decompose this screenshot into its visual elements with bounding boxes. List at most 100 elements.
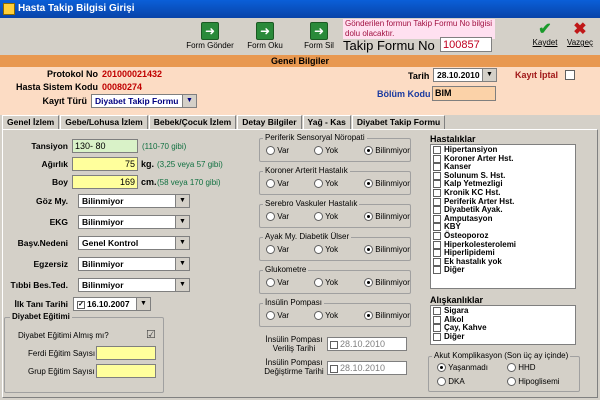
radio-option-var[interactable]: Var: [266, 245, 289, 255]
radio-button[interactable]: [364, 245, 373, 255]
radio-button[interactable]: [266, 146, 275, 156]
checkbox[interactable]: [433, 324, 441, 333]
radio-option-bilinmiyor[interactable]: Bilinmiyor: [364, 212, 410, 222]
checkbox[interactable]: [433, 266, 441, 275]
checkbox[interactable]: [433, 231, 441, 240]
radio-button[interactable]: [266, 212, 275, 222]
radio-button[interactable]: [314, 179, 323, 189]
tab-diyabet-takip[interactable]: Diyabet Takip Formu: [351, 115, 446, 130]
checkbox[interactable]: [433, 307, 441, 315]
insulin-verilis-checkbox[interactable]: [330, 340, 338, 349]
agirlik-field[interactable]: 75: [72, 157, 138, 171]
radio-option-yok[interactable]: Yok: [314, 278, 338, 288]
radio-option-bilinmiyor[interactable]: Bilinmiyor: [364, 179, 410, 189]
checkbox[interactable]: [433, 188, 441, 197]
checkbox[interactable]: [433, 146, 441, 154]
form-gonder-button[interactable]: ➜ Form Gönder: [183, 20, 237, 56]
radio-option-yok[interactable]: Yok: [314, 146, 338, 156]
radio-button[interactable]: [507, 363, 516, 373]
tab-gebe-lohusa[interactable]: Gebe/Lohusa İzlem: [60, 115, 148, 129]
basv-select[interactable]: Genel Kontrol ▼: [78, 236, 190, 250]
checkbox[interactable]: [433, 257, 441, 266]
insulin-degistirme-checkbox[interactable]: [330, 364, 338, 373]
tab-detay-bilgiler[interactable]: Detay Bilgiler: [237, 115, 302, 129]
radio-button[interactable]: [314, 245, 323, 255]
radio-button[interactable]: [364, 179, 373, 189]
insulin-degistirme-picker[interactable]: 28.10.2010: [327, 361, 407, 375]
radio-option-yok[interactable]: Yok: [314, 179, 338, 189]
radio-button[interactable]: [437, 377, 446, 387]
radio-button[interactable]: [266, 245, 275, 255]
radio-button[interactable]: [314, 311, 323, 321]
radio-option-var[interactable]: Var: [266, 179, 289, 189]
hastalik-list-item[interactable]: Diğer: [433, 266, 573, 275]
radio-option-bilinmiyor[interactable]: Bilinmiyor: [364, 245, 410, 255]
kayit-iptal-checkbox[interactable]: [565, 70, 575, 80]
tab-bebek-cocuk[interactable]: Bebek/Çocuk İzlem: [148, 115, 237, 129]
checkbox[interactable]: [433, 154, 441, 163]
insulin-verilis-picker[interactable]: 28.10.2010: [327, 337, 407, 351]
grup-egitim-field[interactable]: [96, 364, 156, 378]
radio-button[interactable]: [266, 311, 275, 321]
radio-option-var[interactable]: Var: [266, 311, 289, 321]
radio-button[interactable]: [314, 146, 323, 156]
radio-option-yok[interactable]: Yok: [314, 212, 338, 222]
radio-button[interactable]: [266, 179, 275, 189]
tab-yag-kas[interactable]: Yağ - Kas: [302, 115, 351, 129]
egitim-alinmis-checkbox[interactable]: ☑: [146, 328, 156, 341]
goz-select[interactable]: Bilinmiyor ▼: [78, 194, 190, 208]
form-sil-button[interactable]: ➜ Form Sil: [292, 20, 346, 56]
boy-field[interactable]: 169: [72, 175, 138, 189]
checkbox[interactable]: [433, 197, 441, 206]
ilk-tani-picker[interactable]: ✓ 16.10.2007 ▼: [73, 297, 151, 311]
radio-button[interactable]: [364, 278, 373, 288]
radio-button[interactable]: [314, 278, 323, 288]
app-icon: [3, 3, 15, 15]
radio-option-bilinmiyor[interactable]: Bilinmiyor: [364, 146, 410, 156]
checkbox[interactable]: [433, 180, 441, 189]
kayit-turu-select[interactable]: Diyabet Takip Formu ▼: [91, 94, 197, 108]
aliskanliklar-list: Sigara Alkol Çay, Kahve Diğer: [430, 305, 576, 345]
checkbox[interactable]: [433, 315, 441, 324]
egzersiz-select[interactable]: Bilinmiyor ▼: [78, 257, 190, 271]
checkbox[interactable]: [433, 171, 441, 180]
radio-option-bilinmiyor[interactable]: Bilinmiyor: [364, 311, 410, 321]
akut-option[interactable]: DKA: [437, 377, 465, 387]
radio-button[interactable]: [364, 146, 373, 156]
form-oku-button[interactable]: ➜ Form Oku: [238, 20, 292, 56]
radio-button[interactable]: [364, 212, 373, 222]
ilk-tani-checkbox[interactable]: ✓: [77, 300, 85, 309]
takip-formu-no-field[interactable]: 100857: [440, 37, 492, 52]
radio-button[interactable]: [364, 311, 373, 321]
radio-button[interactable]: [507, 377, 516, 387]
kaydet-button[interactable]: ✔ Kaydet: [530, 22, 560, 48]
checkbox[interactable]: [433, 206, 441, 215]
akut-option[interactable]: Hipoglisemi: [507, 377, 560, 387]
radio-option-var[interactable]: Var: [266, 212, 289, 222]
tansiyon-field[interactable]: 130- 80: [72, 139, 138, 153]
radio-option-yok[interactable]: Yok: [314, 245, 338, 255]
checkbox[interactable]: [433, 223, 441, 232]
ekg-select[interactable]: Bilinmiyor ▼: [78, 215, 190, 229]
radio-button[interactable]: [266, 278, 275, 288]
tab-genel-izlem[interactable]: Genel İzlem: [2, 115, 60, 129]
tarih-picker[interactable]: 28.10.2010 ▼: [433, 68, 497, 82]
checkbox[interactable]: [433, 214, 441, 223]
radio-button[interactable]: [314, 212, 323, 222]
radio-button[interactable]: [437, 363, 446, 373]
akut-option[interactable]: HHD: [507, 363, 536, 373]
tibbi-select[interactable]: Bilinmiyor ▼: [78, 278, 190, 292]
checkbox[interactable]: [433, 249, 441, 258]
bolum-kodu-field[interactable]: BIM: [432, 86, 496, 101]
ferdi-egitim-field[interactable]: [96, 346, 156, 360]
checkbox[interactable]: [433, 332, 441, 341]
radio-option-var[interactable]: Var: [266, 146, 289, 156]
checkbox[interactable]: [433, 163, 441, 172]
checkbox[interactable]: [433, 240, 441, 249]
vazgec-button[interactable]: ✖ Vazgeç: [563, 22, 597, 48]
radio-option-var[interactable]: Var: [266, 278, 289, 288]
radio-option-yok[interactable]: Yok: [314, 311, 338, 321]
akut-option[interactable]: Yaşanmadı: [437, 363, 488, 373]
aliskanlik-list-item[interactable]: Diğer: [433, 332, 573, 342]
radio-option-bilinmiyor[interactable]: Bilinmiyor: [364, 278, 410, 288]
